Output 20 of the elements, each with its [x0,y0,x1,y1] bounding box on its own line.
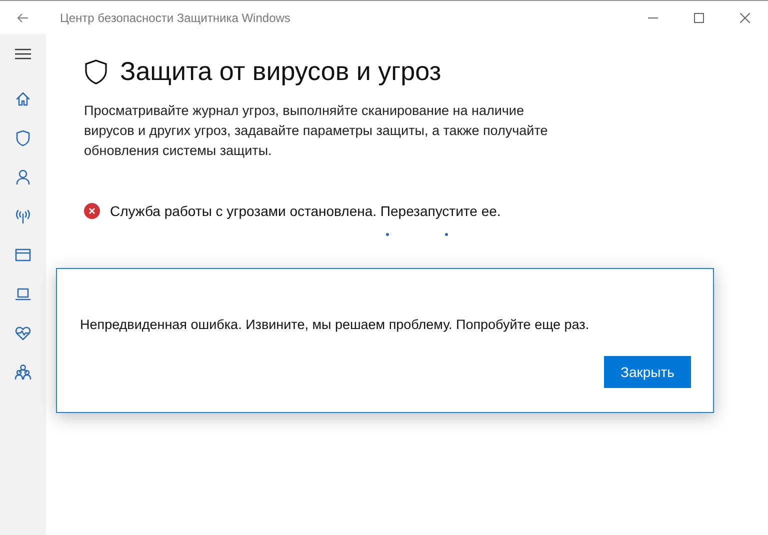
menu-icon[interactable] [15,48,31,60]
browser-window-icon[interactable] [14,246,32,264]
error-message: Служба работы с угрозами остановлена. Перезапустите ее. [110,203,501,219]
home-icon[interactable] [14,90,32,108]
close-icon[interactable] [740,12,750,22]
shield-icon[interactable] [14,129,32,147]
person-icon[interactable] [14,168,32,186]
window-title: Центр безопасности Защитника Windows [60,10,292,24]
page-title: Защита от вирусов и угроз [120,56,442,87]
antenna-icon[interactable] [14,207,32,225]
people-icon[interactable] [14,363,32,381]
back-arrow-icon[interactable] [17,12,29,22]
shield-icon [84,58,108,84]
minimize-icon[interactable] [648,16,658,18]
close-button[interactable]: Закрыть [604,356,691,388]
maximize-icon[interactable] [694,12,704,22]
error-icon [84,203,100,219]
page-description: Просматривайте журнал угроз, выполняйте сканирование на наличие вирусов и других угроз, задавайте параметры защиты, а также получайте обновления системы защиты. [84,102,549,160]
heart-pulse-icon[interactable] [14,324,32,342]
dialog-message: Непредвиденная ошибка. Извините, мы решаем проблему. Попробуйте еще раз. [80,317,590,332]
